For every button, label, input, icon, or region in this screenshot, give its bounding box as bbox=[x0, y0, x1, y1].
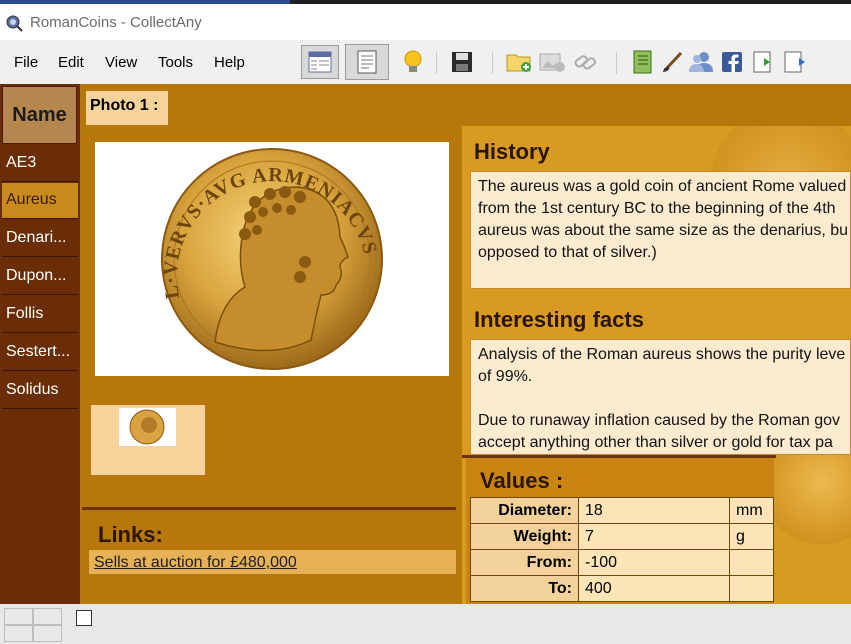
photo-thumbnail[interactable] bbox=[119, 408, 176, 446]
link-item[interactable]: Sells at auction for £480,000 bbox=[94, 554, 297, 572]
new-item-icon[interactable] bbox=[504, 47, 534, 77]
notebook-icon[interactable] bbox=[627, 47, 657, 77]
lightbulb-icon[interactable] bbox=[398, 47, 428, 77]
facts-line: Due to runaway inflation caused by the R… bbox=[478, 412, 840, 429]
value-cell[interactable]: -100 bbox=[578, 549, 730, 576]
value-cell[interactable]: 18 bbox=[578, 497, 730, 524]
list-item[interactable]: Solidus bbox=[2, 373, 78, 409]
toolbar-separator bbox=[492, 52, 493, 74]
users-icon[interactable] bbox=[686, 47, 716, 77]
facts-text[interactable]: Analysis of the Roman aureus shows the p… bbox=[470, 339, 851, 455]
status-checkbox[interactable] bbox=[76, 610, 92, 626]
unit-cell[interactable]: g bbox=[729, 523, 774, 550]
list-header-name[interactable]: Name bbox=[2, 86, 77, 144]
card-view-icon[interactable] bbox=[345, 44, 389, 80]
facts-line: accept anything other than silver or gol… bbox=[478, 434, 833, 451]
section-divider bbox=[82, 507, 456, 510]
values-table: Diameter: 18 mm Weight: 7 g From: -100 T… bbox=[470, 497, 774, 602]
layout-grid-icon[interactable] bbox=[4, 608, 64, 644]
facebook-icon[interactable] bbox=[717, 47, 747, 77]
list-item[interactable]: Dupon... bbox=[2, 259, 78, 295]
facts-title: Interesting facts bbox=[474, 307, 644, 332]
facts-line: Analysis of the Roman aureus shows the p… bbox=[478, 346, 846, 363]
table-view-icon[interactable] bbox=[301, 45, 339, 79]
menu-bar: File Edit View Tools Help bbox=[0, 40, 851, 84]
link-icon[interactable] bbox=[570, 47, 600, 77]
main-area: Name AE3 Aureus Denari... Dupon... Folli… bbox=[0, 84, 851, 604]
thumbnail-strip bbox=[91, 405, 205, 475]
import-icon[interactable] bbox=[748, 47, 778, 77]
history-line: opposed to that of silver.) bbox=[478, 244, 657, 261]
table-row: Diameter: 18 mm bbox=[470, 497, 774, 524]
links-title: Links: bbox=[98, 522, 163, 547]
toolbar-separator bbox=[436, 52, 437, 74]
value-label: To: bbox=[470, 575, 579, 602]
menu-edit[interactable]: Edit bbox=[58, 54, 84, 71]
window-title: RomanCoins - CollectAny bbox=[30, 14, 202, 31]
value-label: Diameter: bbox=[470, 497, 579, 524]
photo-label: Photo 1 : bbox=[86, 91, 168, 125]
menu-file[interactable]: File bbox=[14, 54, 38, 71]
value-cell[interactable]: 400 bbox=[578, 575, 730, 602]
coin-image: L·VERVS·AVG ARMENIACVS bbox=[160, 148, 383, 370]
unit-cell[interactable] bbox=[729, 575, 774, 602]
unit-cell[interactable]: mm bbox=[729, 497, 774, 524]
facts-blank-line bbox=[478, 388, 850, 410]
value-cell[interactable]: 7 bbox=[578, 523, 730, 550]
list-item[interactable]: Denari... bbox=[2, 221, 78, 257]
toolbar-separator bbox=[616, 52, 617, 74]
paintbrush-icon[interactable] bbox=[658, 47, 688, 77]
menu-view[interactable]: View bbox=[105, 54, 137, 71]
history-line: aureus was about the same size as the de… bbox=[478, 222, 848, 239]
unit-cell[interactable] bbox=[729, 549, 774, 576]
menu-help[interactable]: Help bbox=[214, 54, 245, 71]
app-icon bbox=[6, 15, 23, 32]
value-label: Weight: bbox=[470, 523, 579, 550]
list-item-selected[interactable]: Aureus bbox=[2, 183, 78, 219]
history-title: History bbox=[474, 139, 550, 164]
table-row: To: 400 bbox=[470, 575, 774, 602]
history-line: from the 1st century BC to the beginning… bbox=[478, 200, 836, 217]
export-icon[interactable] bbox=[779, 47, 809, 77]
values-title: Values : bbox=[480, 468, 564, 493]
table-row: From: -100 bbox=[470, 549, 774, 576]
value-label: From: bbox=[470, 549, 579, 576]
history-line: The aureus was a gold coin of ancient Ro… bbox=[478, 178, 847, 195]
list-item[interactable]: Follis bbox=[2, 297, 78, 333]
save-icon[interactable] bbox=[447, 47, 477, 77]
add-image-icon[interactable] bbox=[537, 47, 567, 77]
title-bar: RomanCoins - CollectAny bbox=[0, 4, 851, 40]
links-list: Sells at auction for £480,000 bbox=[89, 550, 456, 574]
item-list-panel: Name AE3 Aureus Denari... Dupon... Folli… bbox=[0, 84, 80, 604]
list-item[interactable]: Sestert... bbox=[2, 335, 78, 371]
coin-photo[interactable]: L·VERVS·AVG ARMENIACVS bbox=[95, 142, 449, 376]
status-bar bbox=[0, 604, 851, 644]
menu-tools[interactable]: Tools bbox=[158, 54, 193, 71]
table-row: Weight: 7 g bbox=[470, 523, 774, 550]
list-item[interactable]: AE3 bbox=[2, 146, 78, 182]
facts-line: of 99%. bbox=[478, 368, 533, 385]
history-text[interactable]: The aureus was a gold coin of ancient Ro… bbox=[470, 171, 851, 289]
